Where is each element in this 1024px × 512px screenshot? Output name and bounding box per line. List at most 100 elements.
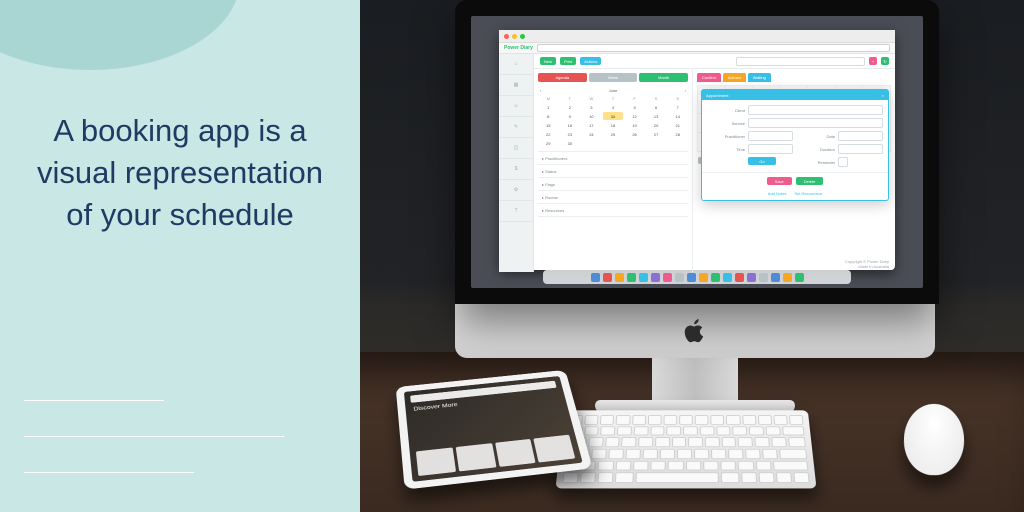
chart-icon[interactable]: ◫ <box>499 138 533 159</box>
cal-day[interactable]: 20 <box>646 121 667 129</box>
date-field[interactable] <box>838 131 883 141</box>
search-input[interactable] <box>736 57 865 66</box>
print-button[interactable]: Print <box>560 57 576 65</box>
home-icon[interactable]: ⌂ <box>499 54 533 75</box>
cal-day[interactable]: 11 <box>603 112 624 120</box>
add-notes-link[interactable]: Add Notes <box>768 191 787 196</box>
window-close-icon[interactable] <box>504 34 509 39</box>
cal-day[interactable]: 16 <box>560 121 581 129</box>
mouse[interactable] <box>903 404 966 475</box>
dock-app-icon[interactable] <box>735 273 744 282</box>
cal-day[interactable]: 23 <box>560 130 581 138</box>
client-field[interactable] <box>748 105 883 115</box>
cal-day[interactable]: 27 <box>646 130 667 138</box>
add-button[interactable]: + <box>869 57 877 65</box>
window-minimize-icon[interactable] <box>512 34 517 39</box>
segment-agenda[interactable]: Agenda <box>538 73 587 82</box>
decorative-rule <box>24 436 284 437</box>
dock-app-icon[interactable] <box>759 273 768 282</box>
cal-day[interactable]: 1 <box>538 103 559 111</box>
cal-day[interactable]: 7 <box>667 103 688 111</box>
cal-day[interactable]: 19 <box>624 121 645 129</box>
monitor-bezel: Power Diary ⌂ ▦ ☺ ✎ ◫ $ ⚙ ? <box>455 0 939 304</box>
dock-app-icon[interactable] <box>699 273 708 282</box>
go-button[interactable]: Go <box>748 157 776 165</box>
people-icon[interactable]: ☺ <box>499 96 533 117</box>
cal-day[interactable]: 10 <box>581 112 602 120</box>
accordion-row[interactable]: ▸ Rooms <box>538 191 688 204</box>
accordion-row[interactable]: ▸ Practitioners <box>538 152 688 165</box>
reminder-field[interactable] <box>838 157 848 167</box>
actions-button[interactable]: Actions <box>580 57 601 65</box>
dock-app-icon[interactable] <box>723 273 732 282</box>
duration-field[interactable] <box>838 144 883 154</box>
cal-day <box>603 139 624 147</box>
cal-day[interactable]: 24 <box>581 130 602 138</box>
dock-app-icon[interactable] <box>615 273 624 282</box>
save-button[interactable]: Save <box>767 177 792 185</box>
segment-month[interactable]: Month <box>639 73 688 82</box>
macos-dock[interactable] <box>543 270 851 284</box>
service-field[interactable] <box>748 118 883 128</box>
cal-day[interactable]: 17 <box>581 121 602 129</box>
cal-day[interactable]: 21 <box>667 121 688 129</box>
cal-day[interactable]: 12 <box>624 112 645 120</box>
cal-day[interactable]: 3 <box>581 103 602 111</box>
cal-day[interactable]: 22 <box>538 130 559 138</box>
refresh-button[interactable]: ↻ <box>881 57 889 65</box>
practitioner-field[interactable] <box>748 131 793 141</box>
keyboard[interactable] <box>555 410 816 488</box>
cal-day[interactable]: 18 <box>603 121 624 129</box>
cal-day[interactable]: 13 <box>646 112 667 120</box>
dock-app-icon[interactable] <box>783 273 792 282</box>
dock-app-icon[interactable] <box>663 273 672 282</box>
cal-day[interactable]: 30 <box>560 139 581 147</box>
cal-day[interactable]: 6 <box>646 103 667 111</box>
cal-day[interactable]: 25 <box>603 130 624 138</box>
accordion-row[interactable]: ▸ Resources <box>538 204 688 217</box>
tab[interactable]: Arrived <box>723 73 746 82</box>
segment-week[interactable]: Week <box>589 73 638 82</box>
cal-day[interactable]: 14 <box>667 112 688 120</box>
dock-app-icon[interactable] <box>651 273 660 282</box>
window-zoom-icon[interactable] <box>520 34 525 39</box>
cal-day[interactable]: 28 <box>667 130 688 138</box>
delete-button[interactable]: Delete <box>796 177 824 185</box>
money-icon[interactable]: $ <box>499 159 533 180</box>
cal-day[interactable]: 26 <box>624 130 645 138</box>
accordion-row[interactable]: ▸ Flags <box>538 178 688 191</box>
set-recurrence-link[interactable]: Set Recurrence <box>794 191 822 196</box>
cal-day[interactable]: 5 <box>624 103 645 111</box>
cal-day[interactable]: 9 <box>560 112 581 120</box>
accordion-row[interactable]: ▸ Status <box>538 165 688 178</box>
cal-day[interactable]: 2 <box>560 103 581 111</box>
cal-dow: W <box>581 94 602 102</box>
dock-app-icon[interactable] <box>627 273 636 282</box>
dock-app-icon[interactable] <box>639 273 648 282</box>
dock-app-icon[interactable] <box>687 273 696 282</box>
dock-app-icon[interactable] <box>675 273 684 282</box>
tab[interactable]: Waiting <box>748 73 771 82</box>
dock-app-icon[interactable] <box>603 273 612 282</box>
new-button[interactable]: New <box>540 57 556 65</box>
cal-day[interactable]: 8 <box>538 112 559 120</box>
browser-window: Power Diary ⌂ ▦ ☺ ✎ ◫ $ ⚙ ? <box>499 30 895 270</box>
cal-day[interactable]: 15 <box>538 121 559 129</box>
tools-icon[interactable]: ✎ <box>499 117 533 138</box>
cal-day[interactable]: 29 <box>538 139 559 147</box>
calendar-icon[interactable]: ▦ <box>499 75 533 96</box>
cal-next[interactable]: › <box>685 88 686 93</box>
time-field[interactable] <box>748 144 793 154</box>
gear-icon[interactable]: ⚙ <box>499 180 533 201</box>
dock-app-icon[interactable] <box>795 273 804 282</box>
cal-day[interactable]: 4 <box>603 103 624 111</box>
help-icon[interactable]: ? <box>499 201 533 222</box>
address-bar[interactable] <box>537 44 890 52</box>
dock-app-icon[interactable] <box>747 273 756 282</box>
dock-app-icon[interactable] <box>591 273 600 282</box>
dock-app-icon[interactable] <box>771 273 780 282</box>
dock-app-icon[interactable] <box>711 273 720 282</box>
tab[interactable]: Confirm <box>697 73 721 82</box>
close-icon[interactable]: × <box>882 93 884 98</box>
cal-prev[interactable]: ‹ <box>540 88 541 93</box>
